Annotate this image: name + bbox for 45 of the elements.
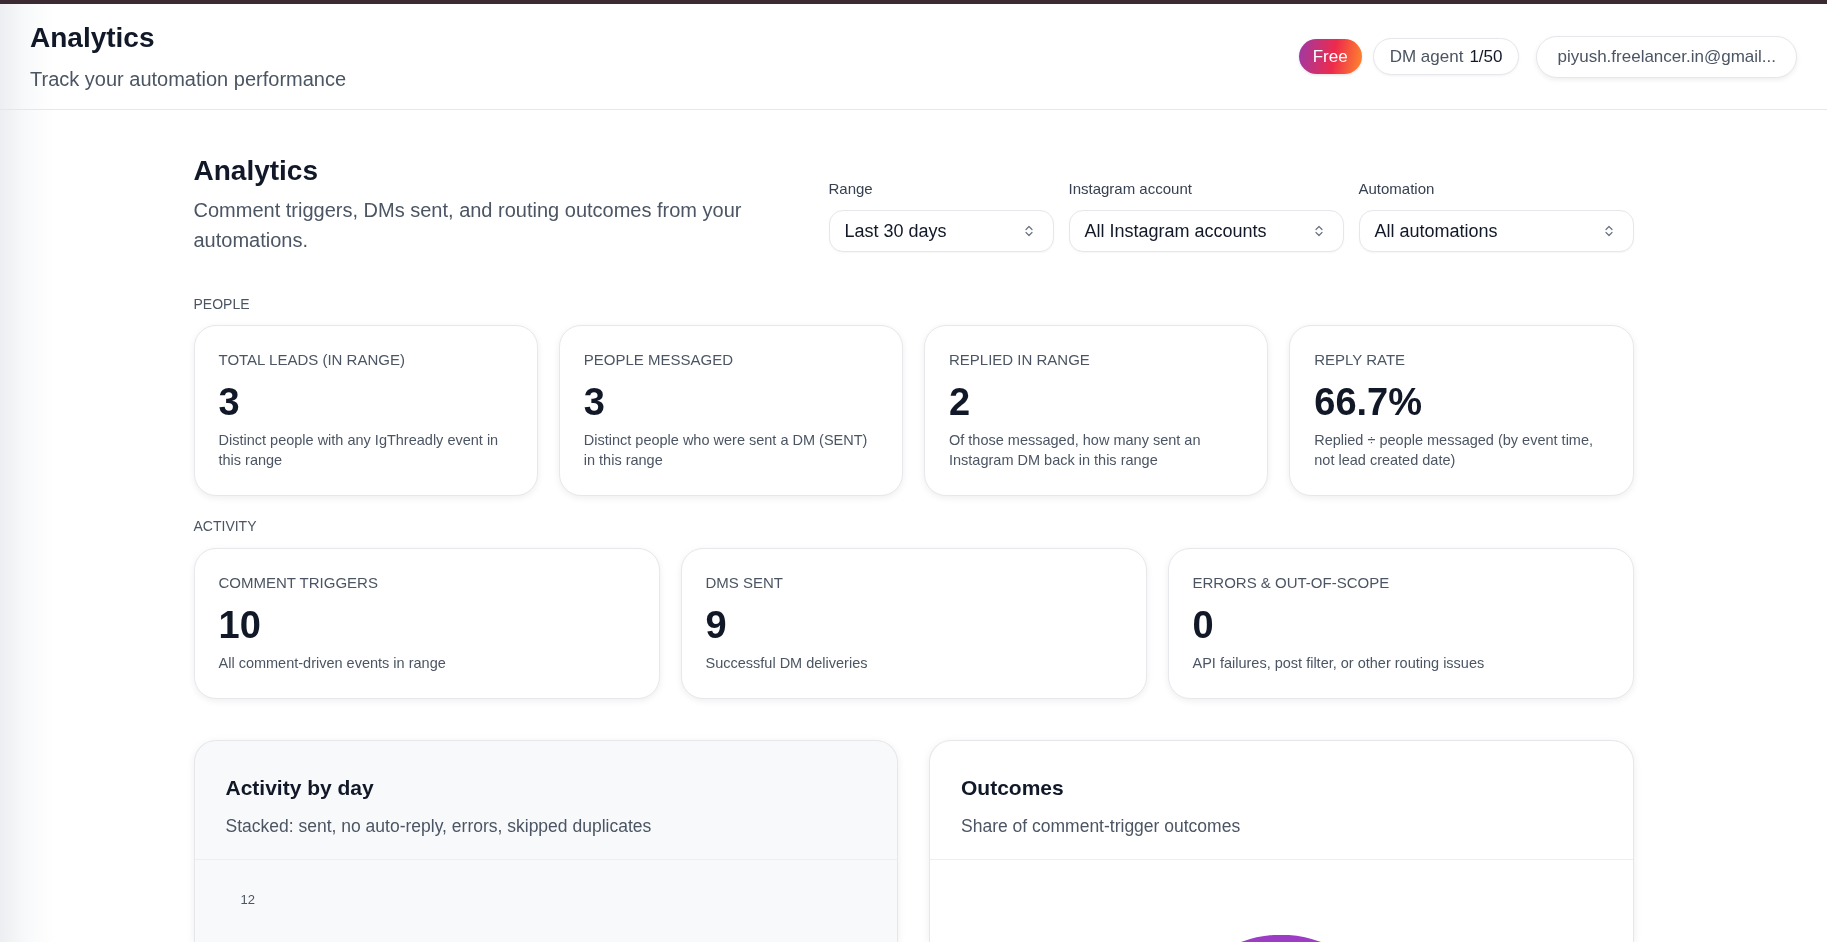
section-heading: PEOPLE <box>193 295 250 314</box>
stat-description: Of those messaged, how many sent an Instagram DM back in this range <box>949 431 1202 470</box>
page-subtitle: Track your automation performance <box>30 67 347 92</box>
stat-value: 10 <box>218 603 261 647</box>
stat-description: Distinct people who were sent a DM (SENT) in this range <box>583 431 869 470</box>
section-heading: ACTIVITY <box>193 517 257 536</box>
chart-subtitle: Share of comment-trigger outcomes <box>961 815 1241 838</box>
stat-value: 3 <box>218 380 240 424</box>
section-description: Comment triggers, DMs sent, and routing outcomes from your automations. <box>193 198 743 253</box>
field-label: Automation <box>1358 179 1435 199</box>
usage-label: DM agent <box>1389 46 1464 67</box>
field-label: Instagram account <box>1068 179 1192 199</box>
stat-value: 0 <box>1192 603 1214 647</box>
stat-description: Successful DM deliveries <box>705 654 868 673</box>
stat-value: 3 <box>583 380 605 424</box>
chart-title: Outcomes <box>961 775 1064 801</box>
stat-label: REPLIED IN RANGE <box>949 350 1090 370</box>
stat-label: REPLY RATE <box>1314 350 1406 370</box>
stat-label: DMS SENT <box>705 573 783 593</box>
account-button[interactable]: piyush.freelancer.in@gmail... <box>1536 35 1797 78</box>
stat-description: Replied ÷ people messaged (by event time, not lead created date) <box>1314 431 1595 470</box>
stat-label: TOTAL LEADS (IN RANGE) <box>218 350 405 370</box>
select-field[interactable]: All automations <box>1358 210 1634 252</box>
select-field[interactable]: All Instagram accounts <box>1068 210 1344 252</box>
stat-label: PEOPLE MESSAGED <box>583 350 733 370</box>
select-field[interactable]: Last 30 days <box>828 210 1054 252</box>
plan-badge: Free <box>1298 39 1362 74</box>
chevron-updown-icon <box>1024 225 1033 237</box>
stat-value: 9 <box>705 603 727 647</box>
stat-description: Distinct people with any IgThreadly event in this range <box>218 431 500 470</box>
stat-description: API failures, post filter, or other routing issues <box>1192 654 1485 673</box>
axis-tick-label: 12 <box>240 892 255 908</box>
section-title: Analytics <box>193 154 319 188</box>
chevron-updown-icon <box>1604 225 1613 237</box>
stat-value: 2 <box>949 380 971 424</box>
stat-label: ERRORS & OUT-OF-SCOPE <box>1192 573 1390 593</box>
page-title: Analytics <box>30 21 156 55</box>
field-label: Range <box>828 179 873 199</box>
chart-title: Activity by day <box>225 775 374 801</box>
stat-value: 66.7% <box>1314 380 1422 424</box>
chart-subtitle: Stacked: sent, no auto-reply, errors, skipped duplicates <box>225 815 652 838</box>
stat-description: All comment-driven events in range <box>218 654 446 673</box>
usage-count: 1/50 <box>1469 46 1503 67</box>
chevron-updown-icon <box>1314 225 1323 237</box>
stat-label: COMMENT TRIGGERS <box>218 573 378 593</box>
